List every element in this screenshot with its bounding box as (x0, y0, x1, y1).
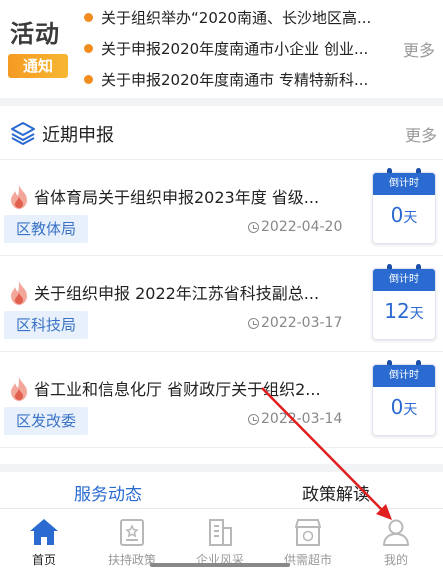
days-value: 0 (390, 203, 404, 227)
notice-item[interactable]: 关于申报2020年度南通市小企业 创业... (84, 33, 384, 64)
tab-policy-interpretation[interactable]: 政策解读 (302, 480, 370, 505)
nav-item-market[interactable]: 供需超市 (264, 509, 352, 569)
recent-declarations-section: 近期申报 更多 省体育局关于组织申报2023年度 省级... 区教体局 2022… (0, 106, 443, 464)
nav-label: 我的 (383, 553, 408, 567)
notice-logo-text: 活动 (10, 20, 60, 48)
days-unit: 天 (403, 210, 418, 226)
countdown-days: 12天 (373, 299, 435, 323)
countdown-days: 0天 (373, 395, 435, 419)
hot-flame-icon (11, 281, 27, 305)
countdown-calendar: 倒计时 0天 (372, 360, 436, 436)
declaration-row[interactable]: 省工业和信息化厅 省财政厅关于组织2... 区发改委 2022-03-14 倒计… (0, 352, 443, 448)
notice-logo-tag: 通知 (8, 54, 68, 78)
countdown-label: 倒计时 (373, 365, 435, 387)
notice-item-text: 关于申报2020年度南通市 专精特新科... (101, 71, 369, 89)
notice-more-link[interactable]: 更多 (403, 37, 435, 61)
user-icon (383, 519, 409, 546)
nav-item-home[interactable]: 首页 (0, 509, 88, 569)
org-badge: 区教体局 (4, 215, 89, 243)
nav-item-mine[interactable]: 我的 (352, 509, 440, 569)
policy-icon (120, 519, 144, 546)
bullet-dot-icon (84, 75, 93, 84)
days-value: 0 (390, 395, 404, 419)
notice-item[interactable]: 关于申报2020年度南通市 专精特新科... (84, 64, 384, 95)
nav-label: 首页 (31, 553, 56, 567)
notice-item-text: 关于申报2020年度南通市小企业 创业... (101, 40, 369, 58)
recent-more-link[interactable]: 更多 (405, 122, 437, 146)
countdown-calendar: 倒计时 0天 (372, 168, 436, 244)
bullet-dot-icon (84, 13, 93, 22)
notice-item-text: 关于组织举办“2020南通、长沙地区高... (101, 9, 372, 27)
countdown-label: 倒计时 (373, 269, 435, 291)
home-indicator (150, 563, 290, 567)
layers-icon (11, 122, 35, 145)
days-unit: 天 (409, 306, 424, 322)
countdown-calendar: 倒计时 12天 (372, 264, 436, 340)
date-text: 2022-03-17 (261, 315, 343, 331)
declaration-date: 2022-04-20 (248, 219, 342, 235)
activity-notice-logo: 活动 通知 (6, 10, 70, 80)
declaration-date: 2022-03-17 (248, 315, 342, 331)
activity-notice-panel: 活动 通知 关于组织举办“2020南通、长沙地区高... 关于申报2020年度南… (0, 0, 443, 98)
notice-item[interactable]: 关于组织举办“2020南通、长沙地区高... (84, 2, 384, 33)
org-badge: 区科技局 (4, 311, 89, 339)
declaration-title: 省体育局关于组织申报2023年度 省级... (34, 188, 320, 207)
bottom-navigation: 首页 扶持政策 企业风采 供需超市 我的 (0, 508, 443, 569)
recent-header: 近期申报 更多 (0, 106, 443, 160)
nav-item-policy[interactable]: 扶持政策 (88, 509, 176, 569)
hot-flame-icon (11, 377, 27, 401)
notice-list: 关于组织举办“2020南通、长沙地区高... 关于申报2020年度南通市小企业 … (84, 2, 384, 95)
days-unit: 天 (403, 402, 418, 418)
date-text: 2022-03-14 (261, 411, 343, 427)
bullet-dot-icon (84, 44, 93, 53)
clock-icon (248, 413, 259, 425)
declaration-date: 2022-03-14 (248, 411, 342, 427)
declaration-row[interactable]: 关于组织申报 2022年江苏省科技副总... 区科技局 2022-03-17 倒… (0, 256, 443, 352)
declaration-title: 省工业和信息化厅 省财政厅关于组织2... (34, 380, 321, 399)
declaration-row[interactable]: 省体育局关于组织申报2023年度 省级... 区教体局 2022-04-20 倒… (0, 160, 443, 256)
countdown-label: 倒计时 (373, 173, 435, 195)
clock-icon (248, 317, 259, 329)
days-value: 12 (384, 299, 410, 323)
hot-flame-icon (11, 185, 27, 209)
recent-title: 近期申报 (42, 125, 114, 146)
date-text: 2022-04-20 (261, 219, 343, 235)
countdown-days: 0天 (373, 203, 435, 227)
content-tabs: 服务动态 政策解读 (0, 464, 443, 510)
tab-service-news[interactable]: 服务动态 (74, 480, 142, 505)
declaration-title: 关于组织申报 2022年江苏省科技副总... (34, 284, 320, 303)
nav-item-enterprise[interactable]: 企业风采 (176, 509, 264, 569)
home-icon (30, 519, 58, 545)
clock-icon (248, 221, 259, 233)
org-badge: 区发改委 (4, 407, 89, 435)
market-icon (295, 519, 321, 546)
building-icon (209, 519, 232, 546)
